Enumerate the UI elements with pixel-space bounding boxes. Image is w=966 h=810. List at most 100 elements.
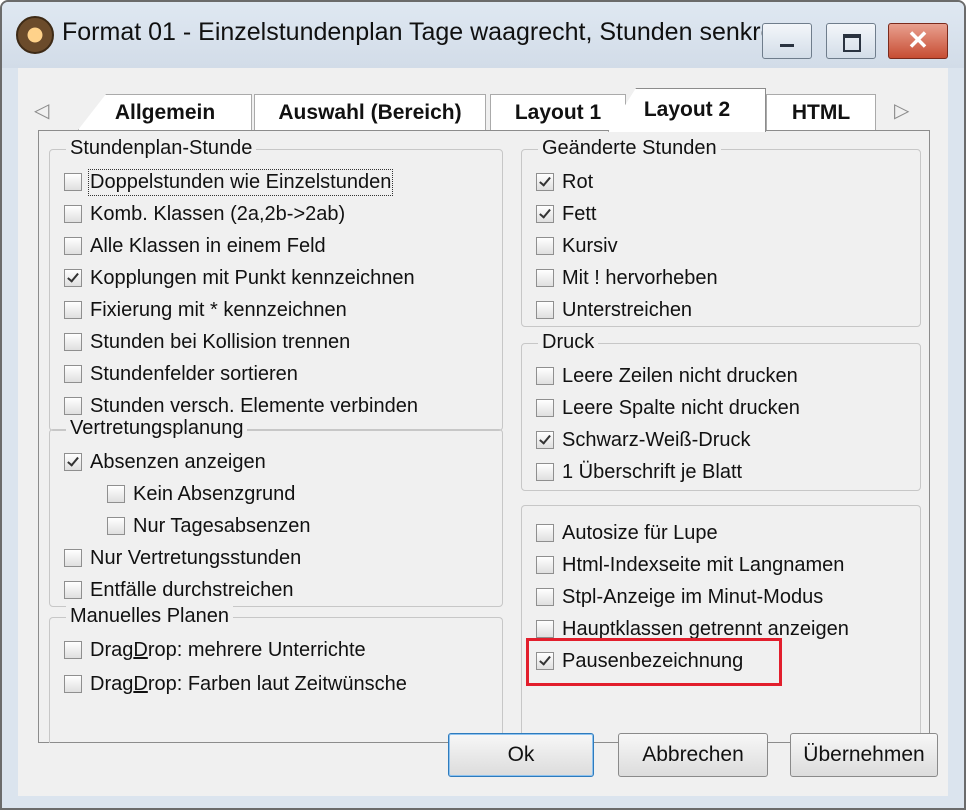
checkbox-box[interactable] — [536, 269, 554, 287]
group-title: Stundenplan-Stunde — [66, 137, 257, 160]
checkbox-ueberschrift[interactable]: 1 Überschrift je Blatt — [536, 457, 742, 487]
checkbox-box[interactable] — [64, 333, 82, 351]
checkbox-box[interactable] — [536, 588, 554, 606]
checkbox-doppelstunden[interactable]: Doppelstunden wie Einzelstunden — [64, 167, 394, 197]
checkbox-label: Leere Spalte nicht drucken — [562, 396, 800, 419]
checkbox-box[interactable] — [64, 641, 82, 659]
checkbox-schwarz-weiss[interactable]: Schwarz-Weiß-Druck — [536, 425, 751, 455]
checkbox-label: DragDrop: Farben laut Zeitwünsche — [90, 673, 407, 696]
checkbox-fixierung[interactable]: Fixierung mit * kennzeichnen — [64, 295, 347, 325]
checkbox-box[interactable] — [64, 269, 82, 287]
label-part: rop: Farben laut Zeitwünsche — [147, 672, 407, 695]
checkbox-box[interactable] — [64, 205, 82, 223]
tab-panel-layout-2: Stundenplan-Stunde Doppelstunden wie Ein… — [38, 131, 930, 743]
checkbox-label: Kopplungen mit Punkt kennzeichnen — [90, 266, 415, 289]
checkbox-box[interactable] — [536, 620, 554, 638]
maximize-button[interactable] — [826, 23, 876, 59]
checkbox-absenzen[interactable]: Absenzen anzeigen — [64, 447, 266, 477]
checkbox-box[interactable] — [536, 237, 554, 255]
label-part: Drag — [90, 638, 134, 661]
checkbox-box[interactable] — [64, 173, 82, 191]
checkbox-dragdrop-farben[interactable]: DragDrop: Farben laut Zeitwünsche — [64, 669, 407, 699]
checkbox-autosize[interactable]: Autosize für Lupe — [536, 518, 718, 548]
checkbox-html-index[interactable]: Html-Indexseite mit Langnamen — [536, 550, 844, 580]
checkbox-leere-zeilen[interactable]: Leere Zeilen nicht drucken — [536, 361, 798, 391]
checkbox-alle-klassen[interactable]: Alle Klassen in einem Feld — [64, 231, 326, 261]
label-part: rop: mehrere Unterrichte — [147, 638, 366, 661]
checkbox-box[interactable] — [64, 453, 82, 471]
tab-scroll-right-icon[interactable]: ▷ — [894, 98, 909, 123]
checkbox-label: Mit ! hervorheben — [562, 266, 718, 289]
checkbox-box[interactable] — [536, 399, 554, 417]
checkbox-hervorheben[interactable]: Mit ! hervorheben — [536, 263, 718, 293]
checkbox-kopplungen[interactable]: Kopplungen mit Punkt kennzeichnen — [64, 263, 415, 293]
checkbox-box[interactable] — [536, 367, 554, 385]
tab-strip: ◁ Allgemein Auswahl (Bereich) Layout 1 L… — [18, 68, 948, 132]
checkbox-box[interactable] — [64, 581, 82, 599]
checkbox-box[interactable] — [64, 301, 82, 319]
title-bar[interactable]: Format 01 - Einzelstundenplan Tage waagr… — [2, 2, 964, 68]
window-title: Format 01 - Einzelstundenplan Tage waagr… — [62, 18, 796, 46]
checkbox-rot[interactable]: Rot — [536, 167, 593, 197]
app-clock-icon — [16, 16, 54, 54]
checkbox-box[interactable] — [536, 205, 554, 223]
checkbox-stpl-anzeige[interactable]: Stpl-Anzeige im Minut-Modus — [536, 582, 823, 612]
group-weitere-optionen: Autosize für Lupe Html-Indexseite mit La… — [521, 505, 921, 743]
checkbox-box[interactable] — [107, 517, 125, 535]
checkbox-label: DragDrop: mehrere Unterrichte — [90, 639, 366, 662]
ok-button[interactable]: Ok — [448, 733, 594, 777]
checkbox-label: Doppelstunden wie Einzelstunden — [87, 168, 394, 196]
checkbox-box[interactable] — [536, 301, 554, 319]
checkbox-fett[interactable]: Fett — [536, 199, 596, 229]
checkbox-dragdrop-mehrere[interactable]: DragDrop: mehrere Unterrichte — [64, 635, 366, 665]
apply-button[interactable]: Übernehmen — [790, 733, 938, 777]
checkbox-kein-absenzgrund[interactable]: Kein Absenzgrund — [107, 479, 295, 509]
checkbox-box[interactable] — [64, 549, 82, 567]
checkbox-label: Fett — [562, 202, 597, 225]
checkbox-label: Absenzen anzeigen — [90, 450, 266, 473]
checkbox-box[interactable] — [64, 397, 82, 415]
tab-scroll-left-icon[interactable]: ◁ — [34, 98, 49, 123]
checkbox-leere-spalte[interactable]: Leere Spalte nicht drucken — [536, 393, 800, 423]
minimize-button[interactable] — [762, 23, 812, 59]
group-title: Geänderte Stunden — [538, 137, 721, 160]
tab-auswahl-bereich[interactable]: Auswahl (Bereich) — [254, 94, 486, 130]
checkbox-box[interactable] — [536, 556, 554, 574]
tab-layout-1[interactable]: Layout 1 — [490, 94, 626, 130]
checkbox-sortieren[interactable]: Stundenfelder sortieren — [64, 359, 298, 389]
checkbox-box[interactable] — [536, 524, 554, 542]
group-vertretungsplanung: Vertretungsplanung Absenzen anzeigen Kei… — [49, 417, 503, 607]
close-button[interactable]: ✕ — [888, 23, 948, 59]
checkbox-label: Kein Absenzgrund — [133, 482, 296, 505]
label-accelerator: D — [133, 672, 148, 695]
checkbox-label: Leere Zeilen nicht drucken — [562, 364, 798, 387]
label-part: Drag — [90, 672, 134, 695]
checkbox-box[interactable] — [64, 365, 82, 383]
checkbox-entfaelle[interactable]: Entfälle durchstreichen — [64, 575, 293, 605]
checkbox-komb-klassen[interactable]: Komb. Klassen (2a,2b->2ab) — [64, 199, 345, 229]
checkbox-label: Stundenfelder sortieren — [90, 362, 298, 385]
checkbox-box[interactable] — [64, 675, 82, 693]
checkbox-nur-tagesabsenzen[interactable]: Nur Tagesabsenzen — [107, 511, 311, 541]
group-geaenderte-stunden: Geänderte Stunden Rot Fett Kursiv Mit ! … — [521, 137, 921, 327]
checkbox-kursiv[interactable]: Kursiv — [536, 231, 618, 261]
highlight-box — [526, 638, 782, 686]
checkbox-unterstreichen[interactable]: Unterstreichen — [536, 295, 692, 325]
tab-allgemein[interactable]: Allgemein — [78, 94, 252, 130]
checkbox-label: Fixierung mit * kennzeichnen — [90, 298, 347, 321]
checkbox-box[interactable] — [536, 463, 554, 481]
cancel-button[interactable]: Abbrechen — [618, 733, 768, 777]
checkbox-nur-vertretungsstunden[interactable]: Nur Vertretungsstunden — [64, 543, 301, 573]
checkbox-kollision[interactable]: Stunden bei Kollision trennen — [64, 327, 350, 357]
checkbox-label: Autosize für Lupe — [562, 521, 718, 544]
group-title: Druck — [538, 331, 599, 354]
checkbox-label: Stpl-Anzeige im Minut-Modus — [562, 585, 824, 608]
tab-layout-2[interactable]: Layout 2 — [608, 88, 766, 132]
checkbox-box[interactable] — [64, 237, 82, 255]
checkbox-box[interactable] — [536, 173, 554, 191]
checkbox-box[interactable] — [107, 485, 125, 503]
checkbox-label: Schwarz-Weiß-Druck — [562, 428, 751, 451]
tab-html[interactable]: HTML — [766, 94, 876, 130]
checkbox-box[interactable] — [536, 431, 554, 449]
dialog-window: Format 01 - Einzelstundenplan Tage waagr… — [0, 0, 966, 810]
